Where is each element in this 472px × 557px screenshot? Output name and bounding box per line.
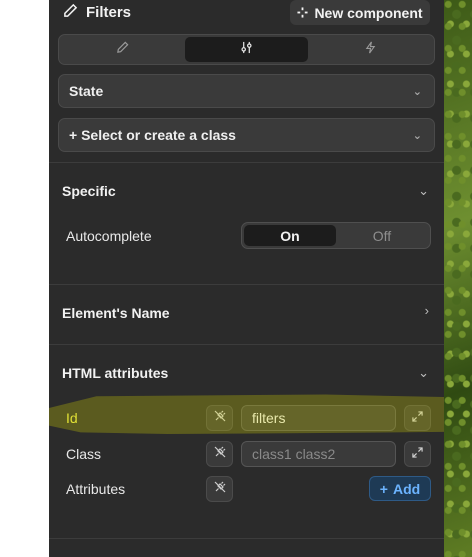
- chevron-down-icon[interactable]: ⌄: [418, 365, 429, 381]
- panel-title: Filters: [63, 3, 131, 22]
- chevron-down-icon: ⌄: [412, 129, 422, 142]
- new-component-label: New component: [314, 4, 423, 21]
- id-label: Id: [66, 410, 78, 426]
- divider: [49, 284, 444, 285]
- section-title-specific[interactable]: Specific: [62, 183, 116, 199]
- state-dropdown-label: State: [69, 83, 104, 99]
- attributes-label: Attributes: [66, 481, 126, 497]
- divider: [49, 162, 444, 163]
- plus-icon: +: [379, 480, 388, 497]
- new-component-button[interactable]: New component: [290, 0, 430, 25]
- panel-tabs: [58, 34, 435, 65]
- section-title-html-attributes[interactable]: HTML attributes: [62, 365, 168, 381]
- toggle-off-option[interactable]: Off: [336, 225, 428, 246]
- chevron-down-icon: ⌄: [412, 85, 422, 98]
- state-dropdown[interactable]: State ⌄: [58, 74, 435, 108]
- tab-style[interactable]: [61, 37, 185, 62]
- add-attribute-button[interactable]: + Add: [369, 476, 431, 501]
- component-icon: [297, 5, 308, 21]
- style-panel: Filters New component State ⌄ + Select o…: [49, 0, 444, 557]
- class-selector-label: + Select or create a class: [69, 127, 236, 143]
- id-input-value: filters: [252, 410, 286, 426]
- plug-icon: [214, 409, 226, 427]
- id-binding-button[interactable]: [206, 405, 233, 431]
- pencil-icon: [63, 3, 78, 22]
- autocomplete-toggle[interactable]: On Off: [241, 222, 431, 249]
- class-expand-button[interactable]: [404, 441, 431, 467]
- add-attribute-label: Add: [392, 480, 421, 497]
- panel-header: Filters New component: [49, 0, 444, 26]
- panel-title-text: Filters: [86, 4, 132, 21]
- tab-settings[interactable]: [184, 37, 309, 62]
- chevron-down-icon[interactable]: ⌄: [418, 183, 429, 199]
- class-label: Class: [66, 446, 102, 462]
- lightning-icon: [364, 41, 377, 59]
- class-binding-button[interactable]: [206, 441, 233, 467]
- chevron-right-icon[interactable]: ›: [425, 303, 429, 318]
- divider: [49, 344, 444, 345]
- divider: [49, 538, 444, 539]
- autocomplete-label: Autocomplete: [66, 228, 152, 244]
- expand-icon: [412, 445, 423, 463]
- brush-icon: [116, 41, 129, 59]
- plug-icon: [214, 480, 226, 498]
- sliders-icon: [240, 41, 253, 59]
- attributes-binding-button[interactable]: [206, 476, 233, 502]
- class-selector-dropdown[interactable]: + Select or create a class ⌄: [58, 118, 435, 152]
- class-input[interactable]: class1 class2: [241, 441, 396, 467]
- section-title-element-name[interactable]: Element's Name: [62, 305, 170, 321]
- toggle-on-option[interactable]: On: [244, 225, 336, 246]
- id-expand-button[interactable]: [404, 405, 431, 431]
- class-input-placeholder: class1 class2: [252, 446, 336, 462]
- plug-icon: [214, 445, 226, 463]
- id-input[interactable]: filters: [241, 405, 396, 431]
- expand-icon: [412, 409, 423, 427]
- tab-interactions[interactable]: [308, 37, 432, 62]
- canvas-backdrop: [444, 0, 472, 557]
